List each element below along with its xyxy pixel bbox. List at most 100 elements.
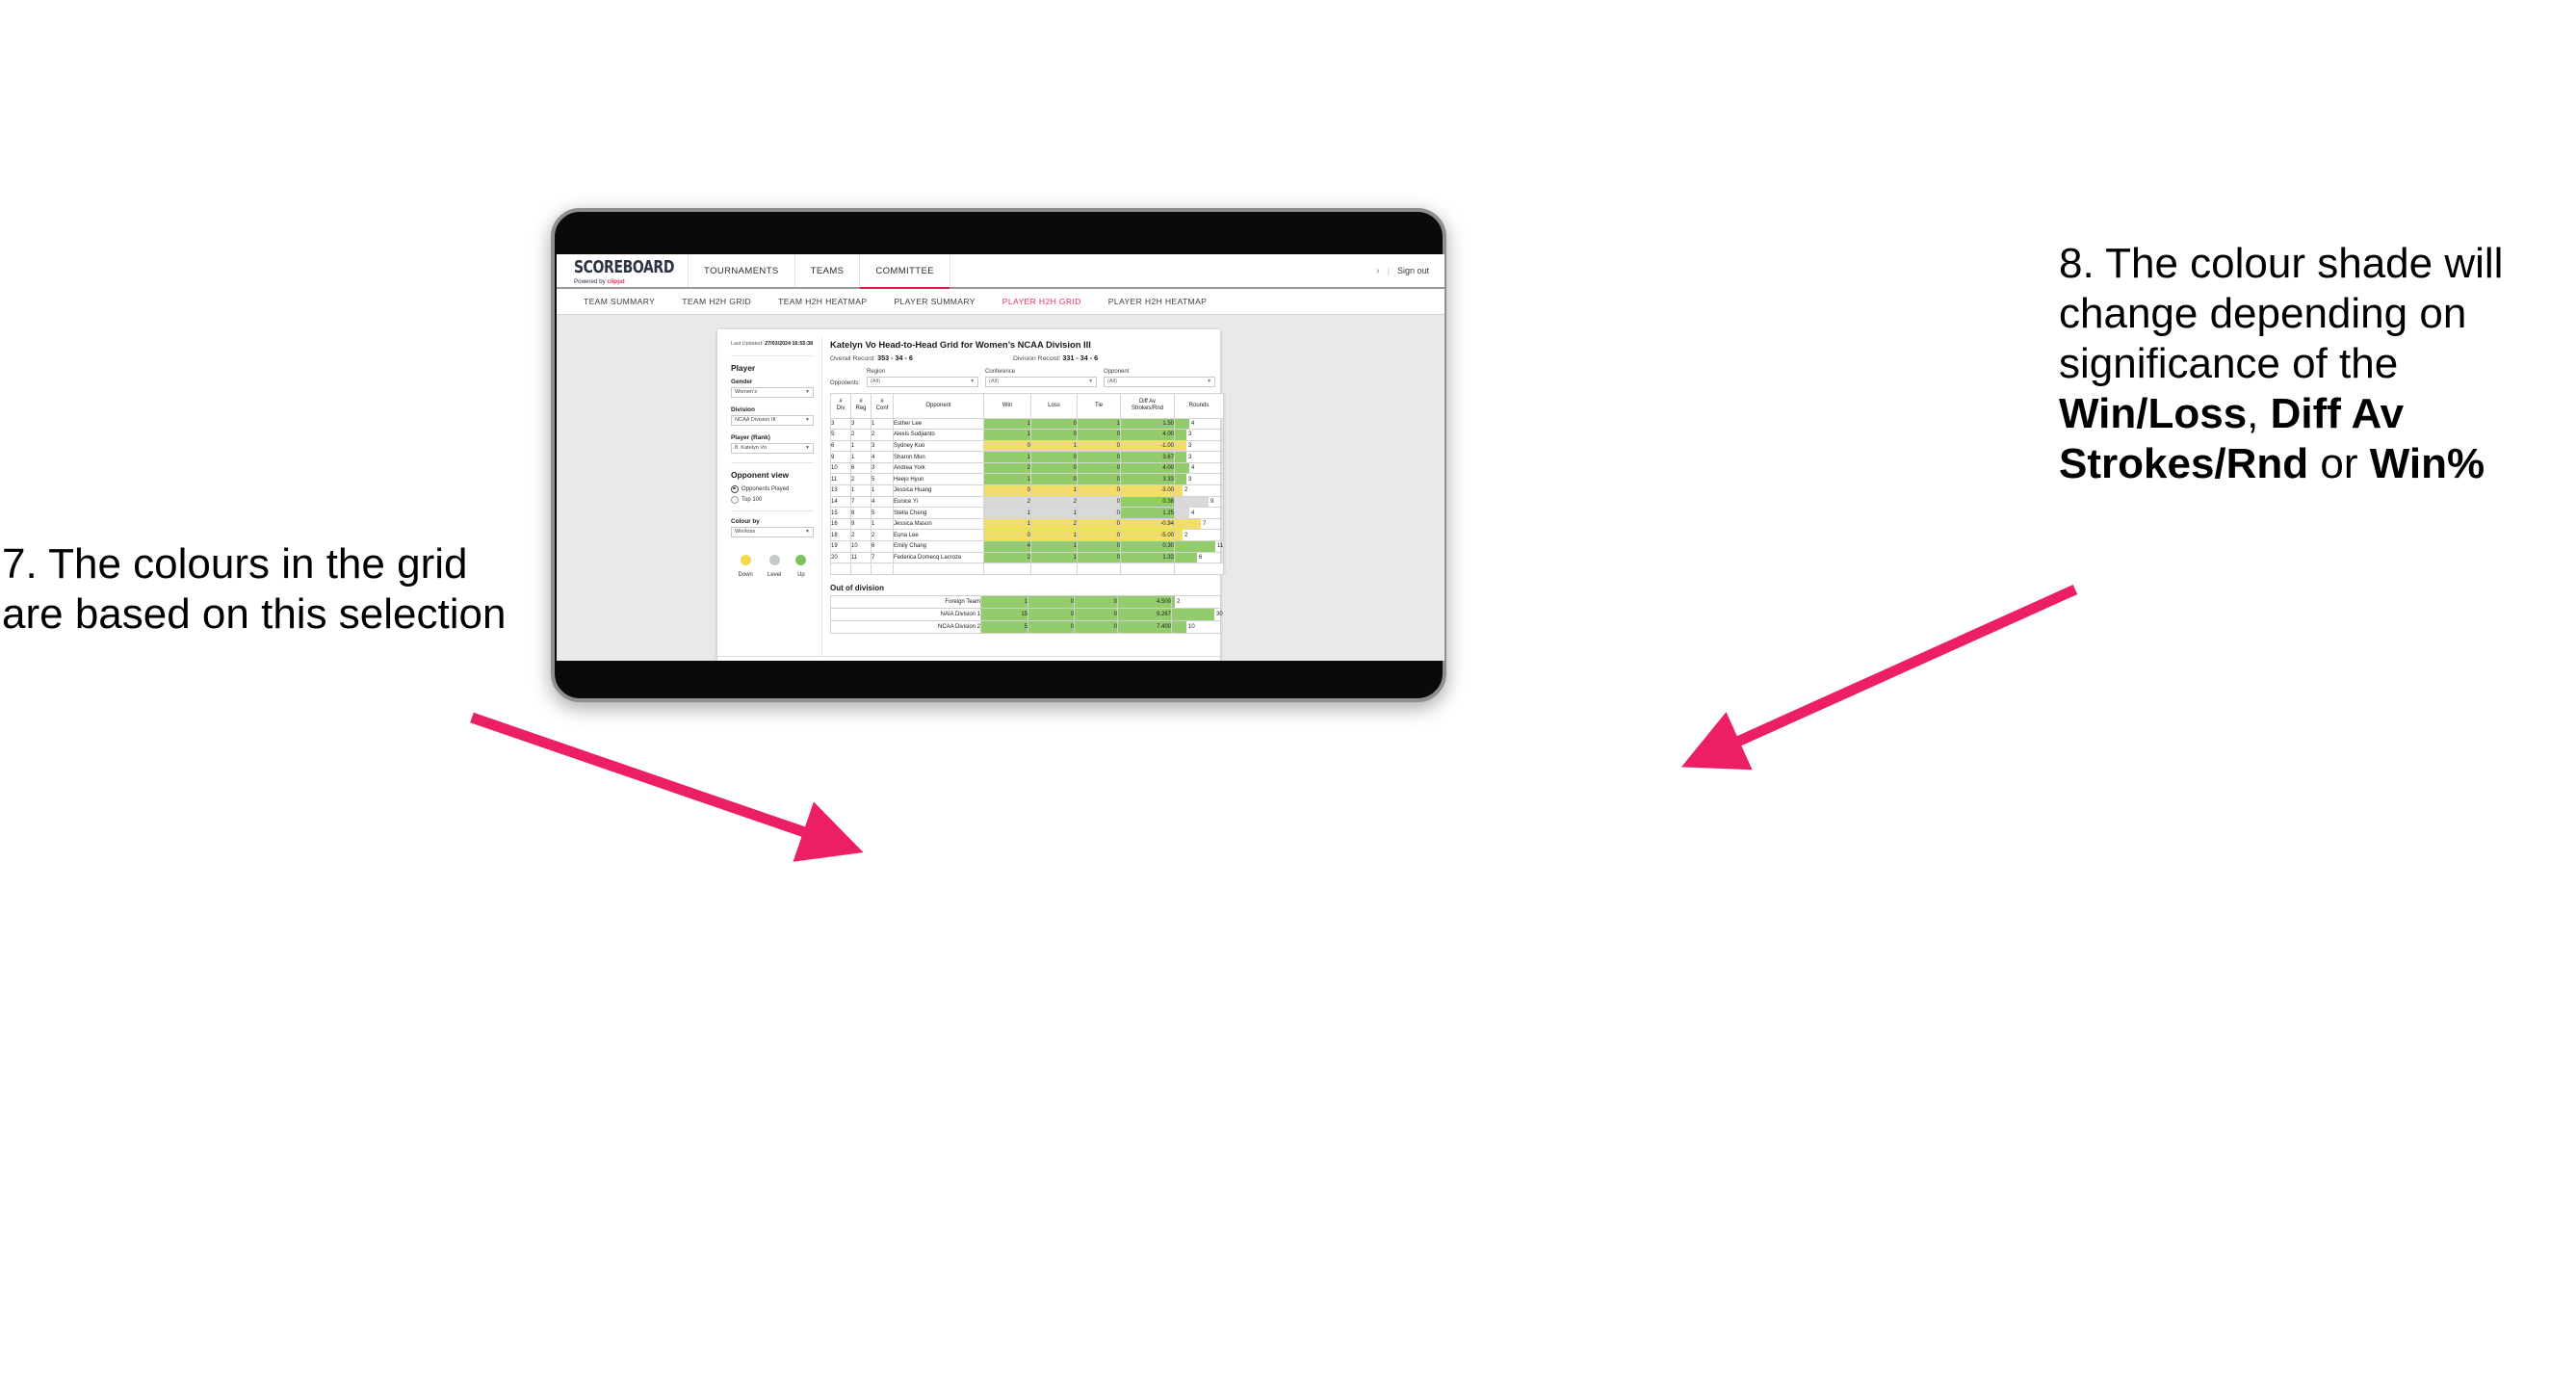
division-select[interactable]: NCAA Division III ▼ — [731, 414, 814, 426]
col-conf-line1: # — [880, 399, 884, 405]
top-tab-committee[interactable]: COMMITTEE — [860, 254, 950, 289]
top-tab-tournaments[interactable]: TOURNAMENTS — [689, 254, 795, 287]
rounds-bar-label: 11 — [1217, 543, 1224, 550]
cell-div: 19 — [830, 540, 851, 553]
cell-ood-loss: 0 — [1028, 619, 1075, 634]
col-diff-av-strokes[interactable]: Diff Av Strokes/Rnd — [1120, 392, 1175, 419]
cell-opponent: Emily Chang — [893, 540, 984, 553]
rounds-bar-label: 4 — [1191, 420, 1195, 427]
cell-div: 16 — [830, 517, 851, 531]
cell-ood-tie: 0 — [1074, 607, 1118, 621]
table-row[interactable]: 11 2 5 Heejo Hyun 1 0 0 3.33 3 — [830, 473, 1224, 486]
cell-loss: 0 — [1030, 429, 1078, 441]
division-value: NCAA Division III — [735, 417, 776, 424]
cell-opponent: Esther Lee — [893, 417, 984, 431]
cell-div: 10 — [830, 461, 851, 475]
cell-win: 0 — [983, 529, 1031, 542]
records-row: Overall Record: 353 - 34 - 6 Division Re… — [830, 353, 1210, 362]
col-rounds[interactable]: Rounds — [1174, 392, 1224, 419]
cell-reg: 8 — [850, 507, 872, 519]
annotation-8-sep1: , — [2247, 389, 2271, 437]
col-tie[interactable]: Tie — [1077, 392, 1121, 419]
region-select[interactable]: (All) ▼ — [867, 376, 979, 387]
cell-reg: 2 — [850, 473, 872, 486]
cell-rounds-bar: 4 — [1174, 417, 1224, 431]
subtab-player-summary[interactable]: PLAYER SUMMARY — [880, 297, 988, 306]
col-opponent[interactable]: Opponent — [893, 392, 984, 419]
out-of-division-row[interactable]: NAIA Division 1 15 0 0 9.267 30 — [830, 607, 1223, 621]
subtab-player-h2h-heatmap[interactable]: PLAYER H2H HEATMAP — [1095, 297, 1220, 306]
colour-by-select[interactable]: Win/loss ▼ — [731, 526, 814, 537]
col-conf[interactable]: # Conf — [871, 392, 894, 419]
cell-ood-tie: 0 — [1074, 619, 1118, 634]
conference-select[interactable]: (All) ▼ — [985, 376, 1098, 387]
table-row[interactable]: 3 3 1 Esther Lee 1 0 1 1.50 4 — [830, 417, 1224, 431]
col-win[interactable]: Win — [983, 392, 1031, 419]
cell-div: 9 — [830, 451, 851, 463]
subtab-player-h2h-grid[interactable]: PLAYER H2H GRID — [989, 297, 1095, 306]
radio-opponents-played[interactable]: Opponents Played — [731, 484, 814, 493]
division-record-label: Division Record: — [1013, 355, 1061, 362]
table-row[interactable]: 6 1 3 Sydney Kuo 0 1 0 -1.00 3 — [830, 439, 1224, 453]
rounds-bar-fill — [1175, 440, 1186, 452]
rounds-bar-label: 6 — [1199, 554, 1203, 561]
cell-tie: 1 — [1077, 417, 1121, 431]
cell-diff: 4.00 — [1120, 461, 1175, 475]
cell-reg: 6 — [850, 461, 872, 475]
scoreboard-logo[interactable]: SCOREBOARD Powered by clippd — [557, 254, 690, 287]
cell-div: 13 — [830, 484, 851, 497]
gender-select[interactable]: Women’s ▼ — [731, 386, 814, 398]
chevron-down-icon: ▼ — [1088, 379, 1094, 384]
top-tab-teams[interactable]: TEAMS — [795, 254, 861, 287]
cell-reg: 1 — [850, 451, 872, 463]
subtab-team-summary[interactable]: TEAM SUMMARY — [570, 297, 668, 306]
rounds-bar-label: 3 — [1188, 454, 1192, 460]
signout-label[interactable]: Sign out — [1397, 266, 1429, 275]
out-of-division-row[interactable]: Foreign Team 1 0 0 4.500 2 — [830, 594, 1221, 609]
radio-top-100[interactable]: Top 100 — [731, 495, 814, 504]
subtab-team-h2h-grid[interactable]: TEAM H2H GRID — [668, 297, 765, 306]
table-row[interactable]: 20 11 7 Federica Domecq Lacroze 2 1 0 1.33 6 — [830, 551, 1224, 564]
table-row[interactable]: 16 9 1 Jessica Mason 1 2 0 -0.94 7 — [830, 517, 1224, 531]
col-div[interactable]: # Div — [830, 392, 851, 419]
table-row[interactable]: 10 6 3 Andrea York 2 0 0 4.00 4 — [830, 461, 1224, 475]
cell-tie: 0 — [1077, 451, 1121, 463]
cell-win: 1 — [983, 507, 1031, 519]
col-loss[interactable]: Loss — [1030, 392, 1078, 419]
table-row[interactable]: 19 10 6 Emily Chang 4 1 0 0.30 11 — [830, 540, 1224, 553]
opponent-select[interactable]: (All) ▼ — [1104, 376, 1216, 387]
rounds-bar-label: 3 — [1188, 476, 1192, 483]
signout-area[interactable]: › | Sign out — [1376, 254, 1444, 287]
cell-tie: 0 — [1077, 484, 1121, 497]
cell-tie: 0 — [1077, 429, 1121, 441]
table-row[interactable]: 13 1 1 Jessica Huang 0 1 0 -3.00 2 — [830, 484, 1224, 497]
cell-diff: 1.50 — [1120, 417, 1175, 431]
player-rank-select[interactable]: 8. Katelyn Vo ▼ — [731, 442, 814, 454]
cell-win: 1 — [983, 429, 1031, 441]
blank-cell — [871, 562, 894, 575]
table-row[interactable]: 14 7 4 Eunice Yi 2 2 0 0.38 9 — [830, 495, 1224, 509]
out-of-division-row[interactable]: NCAA Division 2 5 0 0 7.400 10 — [830, 619, 1221, 634]
rounds-bar-label: 3 — [1188, 431, 1192, 438]
cell-conf: 3 — [871, 461, 894, 475]
table-row[interactable]: 5 2 2 Alexis Sudjianto 1 0 0 4.00 3 — [830, 429, 1224, 441]
rounds-bar-label: 2 — [1184, 487, 1188, 494]
cell-rounds-bar: 2 — [1174, 484, 1224, 497]
signout-divider: | — [1387, 266, 1390, 275]
cell-rounds-bar: 9 — [1174, 495, 1224, 509]
chevron-down-icon: ▼ — [805, 417, 810, 424]
table-row[interactable]: 9 1 4 Sharon Mun 1 0 0 3.67 3 — [830, 451, 1224, 463]
vertical-scrollbar[interactable] — [1224, 392, 1226, 575]
annotation-8-sep2: or — [2308, 439, 2370, 487]
cell-ood-diff: 9.267 — [1117, 607, 1172, 621]
blank-cell — [1174, 562, 1224, 575]
rounds-bar-label: 3 — [1188, 442, 1192, 449]
cell-opponent: Eunice Yi — [893, 495, 984, 509]
cell-tie: 0 — [1077, 473, 1121, 486]
col-reg[interactable]: # Reg — [850, 392, 872, 419]
table-row[interactable]: 15 8 5 Stella Cheng 1 1 0 1.25 4 — [830, 507, 1224, 519]
subtab-team-h2h-heatmap[interactable]: TEAM H2H HEATMAP — [765, 297, 880, 306]
overall-record-value: 353 - 34 - 6 — [877, 353, 913, 362]
cell-loss: 0 — [1030, 451, 1078, 463]
table-row[interactable]: 18 2 2 Euna Lee 0 1 0 -5.00 2 — [830, 529, 1224, 542]
